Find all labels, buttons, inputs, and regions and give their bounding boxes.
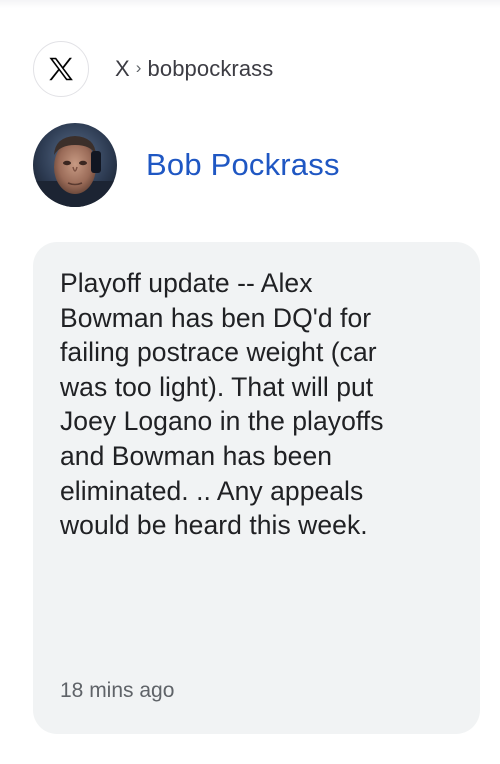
post-timestamp: 18 mins ago bbox=[60, 679, 175, 702]
page: X › bobpockrass Bob Pockrass Playoff upd… bbox=[0, 0, 500, 764]
post-text: Playoff update -- Alex Bowman has ben DQ… bbox=[60, 268, 384, 541]
top-divider bbox=[0, 0, 500, 8]
breadcrumb-separator: › bbox=[135, 58, 142, 77]
author-avatar bbox=[33, 123, 117, 207]
x-logo-icon bbox=[33, 41, 89, 97]
breadcrumb: X › bobpockrass bbox=[115, 56, 273, 82]
breadcrumb-handle: bobpockrass bbox=[147, 56, 274, 81]
author-name: Bob Pockrass bbox=[146, 147, 340, 182]
breadcrumb-site: X bbox=[115, 56, 130, 81]
post-card[interactable]: Playoff update -- Alex Bowman has ben DQ… bbox=[33, 242, 480, 734]
source-link[interactable]: X › bobpockrass bbox=[33, 40, 273, 98]
author-link[interactable]: Bob Pockrass bbox=[33, 123, 340, 207]
